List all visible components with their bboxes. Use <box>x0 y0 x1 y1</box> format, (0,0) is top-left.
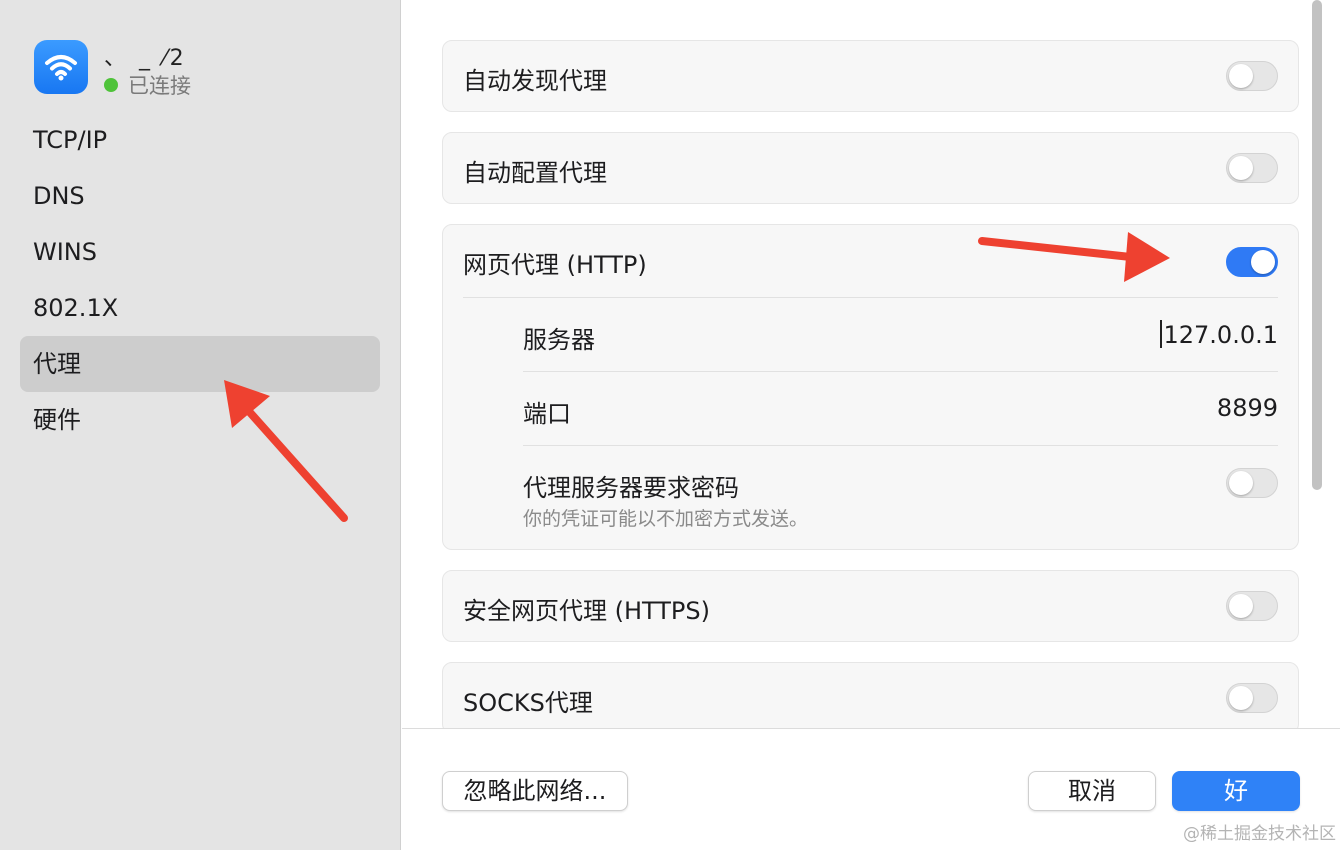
http-proxy-toggle[interactable] <box>1226 247 1278 277</box>
port-input[interactable]: 8899 <box>1217 394 1278 422</box>
auto-discovery-card: 自动发现代理 <box>442 40 1299 112</box>
auth-row: 代理服务器要求密码 你的凭证可能以不加密方式发送。 <box>523 445 1278 545</box>
sidebar: 、 _ ⁄2 已连接 TCP/IP DNS WINS 802.1X 代理 硬件 <box>0 0 401 850</box>
server-label: 服务器 <box>523 326 595 354</box>
toggle-knob <box>1229 64 1253 88</box>
auth-note: 你的凭证可能以不加密方式发送。 <box>523 508 809 530</box>
auto-config-label: 自动配置代理 <box>463 159 607 187</box>
socks-proxy-toggle[interactable] <box>1226 683 1278 713</box>
toggle-knob <box>1229 594 1253 618</box>
port-row: 端口 8899 <box>523 371 1278 445</box>
https-proxy-card: 安全网页代理 (HTTPS) <box>442 570 1299 642</box>
http-proxy-label: 网页代理 (HTTP) <box>463 251 647 279</box>
server-input[interactable]: 127.0.0.1 <box>1160 320 1278 349</box>
http-proxy-card: 网页代理 (HTTP) 服务器 127.0.0.1 端口 8899 代理服务器要… <box>442 224 1299 550</box>
socks-proxy-card: SOCKS代理 <box>442 662 1299 728</box>
https-proxy-toggle[interactable] <box>1226 591 1278 621</box>
proxy-settings-panel: 自动发现代理 自动配置代理 网页代理 (HTTP) 服务器 127.0.0.1 … <box>402 0 1340 728</box>
ignore-network-button[interactable]: 忽略此网络... <box>442 771 628 811</box>
sidebar-item-tcpip[interactable]: TCP/IP <box>20 112 380 168</box>
auto-discovery-toggle[interactable] <box>1226 61 1278 91</box>
sidebar-item-dns[interactable]: DNS <box>20 168 380 224</box>
watermark: @稀土掘金技术社区 <box>1183 824 1336 844</box>
server-row: 服务器 127.0.0.1 <box>463 297 1278 371</box>
https-proxy-label: 安全网页代理 (HTTPS) <box>463 597 711 625</box>
scrollbar[interactable] <box>1312 0 1322 490</box>
auth-label: 代理服务器要求密码 <box>523 474 739 502</box>
status-text: 已连接 <box>128 74 191 98</box>
auto-config-toggle[interactable] <box>1226 153 1278 183</box>
toggle-knob <box>1251 250 1275 274</box>
status-dot-icon <box>104 78 118 92</box>
sidebar-item-wins[interactable]: WINS <box>20 224 380 280</box>
network-name: 、 _ ⁄2 <box>104 46 187 71</box>
auth-toggle[interactable] <box>1226 468 1278 498</box>
socks-proxy-label: SOCKS代理 <box>463 689 593 717</box>
ok-button[interactable]: 好 <box>1172 771 1300 811</box>
toggle-knob <box>1229 471 1253 495</box>
server-value: 127.0.0.1 <box>1163 321 1278 349</box>
toggle-knob <box>1229 156 1253 180</box>
auto-discovery-label: 自动发现代理 <box>463 67 607 95</box>
sidebar-item-proxy[interactable]: 代理 <box>20 336 380 392</box>
wifi-icon <box>34 40 88 94</box>
sidebar-nav: TCP/IP DNS WINS 802.1X 代理 硬件 <box>20 112 380 448</box>
toggle-knob <box>1229 686 1253 710</box>
connection-status: 已连接 <box>104 70 191 100</box>
sidebar-item-hardware[interactable]: 硬件 <box>20 392 380 448</box>
auto-config-card: 自动配置代理 <box>442 132 1299 204</box>
sidebar-item-8021x[interactable]: 802.1X <box>20 280 380 336</box>
port-label: 端口 <box>523 400 571 428</box>
cancel-button[interactable]: 取消 <box>1028 771 1156 811</box>
scrollbar-thumb[interactable] <box>1312 0 1322 490</box>
